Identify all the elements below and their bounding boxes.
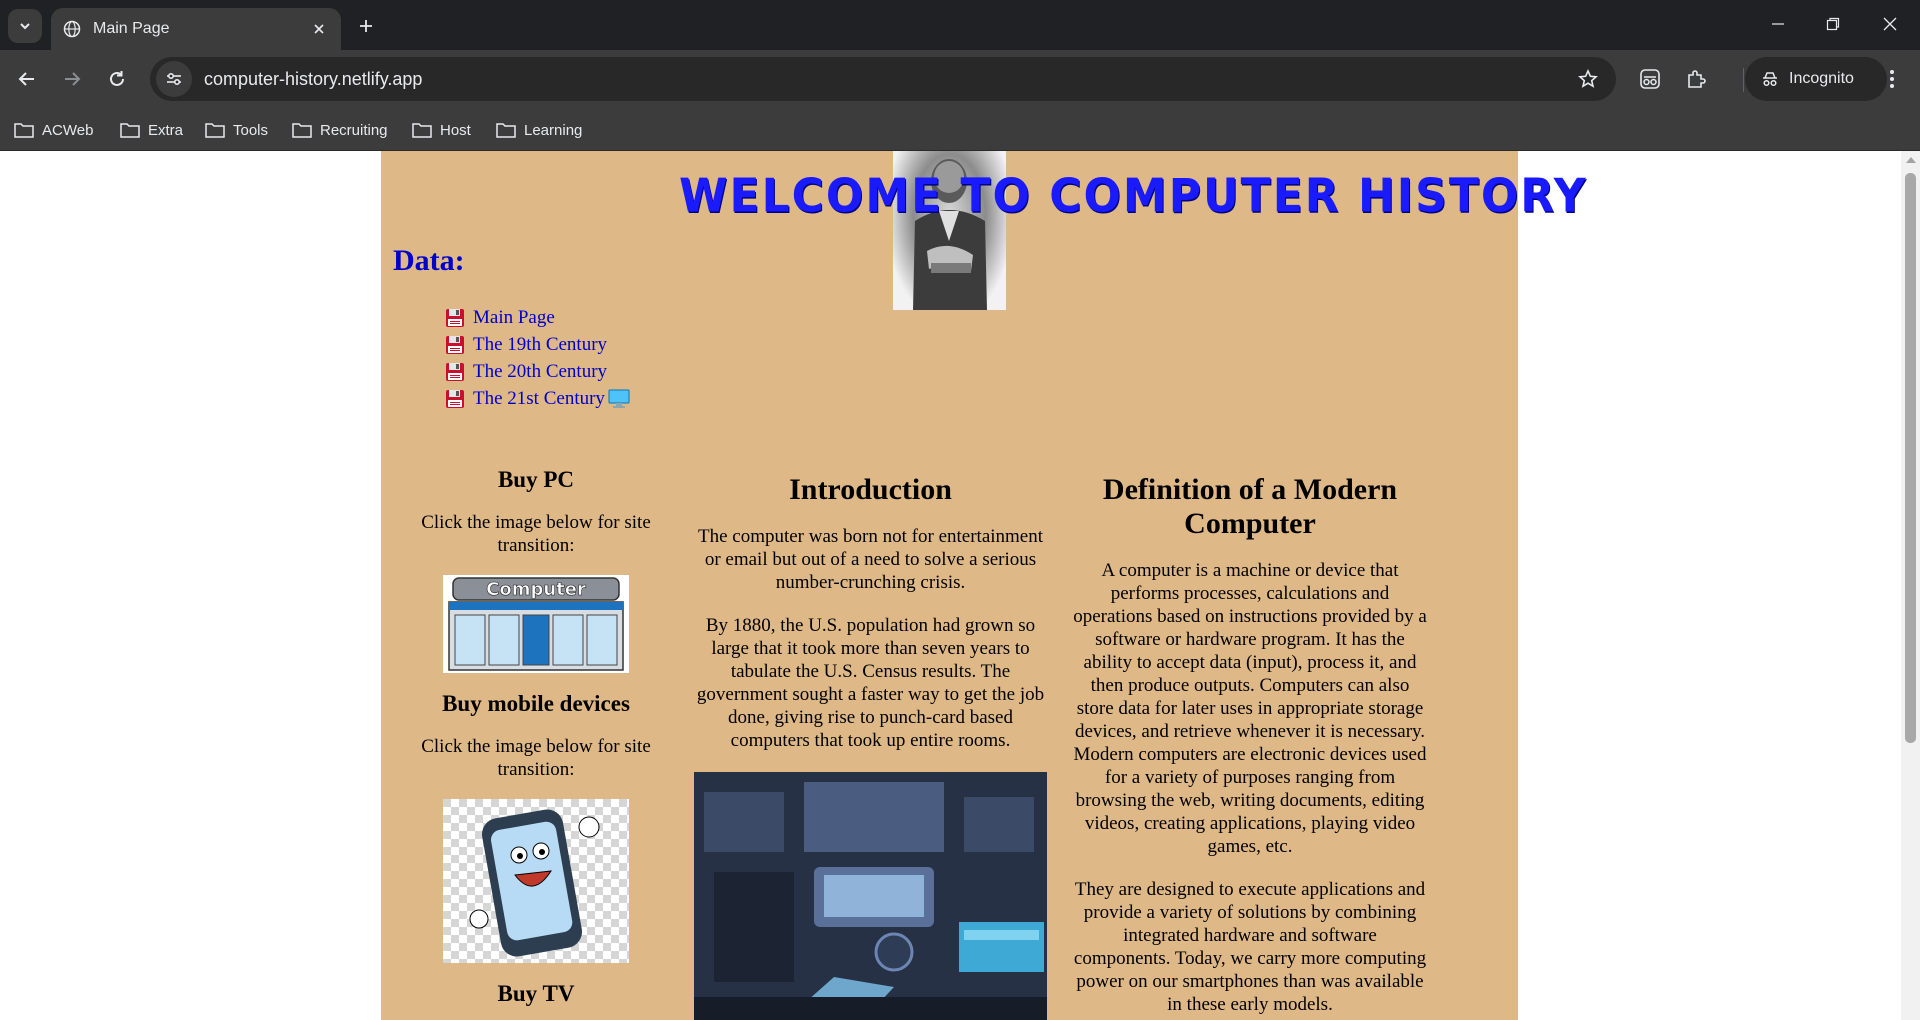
bookmark-label: Tools (233, 121, 269, 139)
tab-search-button[interactable] (8, 9, 42, 43)
tab-bar: Main Page (0, 0, 1920, 50)
restore-icon (1826, 17, 1840, 31)
forward-button[interactable] (54, 61, 90, 97)
globe-icon (63, 20, 81, 38)
address-bar[interactable]: computer-history.netlify.app (150, 57, 1616, 101)
scroll-up-arrow-icon[interactable] (1906, 157, 1916, 163)
computer-store-image[interactable]: Computer (443, 575, 629, 673)
scroll-thumb[interactable] (1905, 173, 1916, 743)
bookmark-folder-recruiting[interactable]: Recruiting (292, 115, 388, 145)
minimize-icon (1772, 23, 1784, 25)
bookmark-folder-host[interactable]: Host (412, 115, 471, 145)
tab-main-page[interactable]: Main Page (51, 8, 341, 50)
nav-link-20th-century[interactable]: The 20th Century (473, 361, 607, 383)
page-content: WELCOME TO COMPUTER HISTORY Data: Main P… (381, 151, 1586, 1020)
desktop-computer-icon (608, 389, 630, 408)
bookmark-folder-extra[interactable]: Extra (120, 115, 183, 145)
floppy-disk-icon (446, 335, 464, 354)
bookmark-star-button[interactable] (1570, 61, 1606, 97)
nav-link-21st-century[interactable]: The 21st Century (473, 388, 605, 410)
bookmarks-bar: ACWeb Extra Tools Recruiting Host Learni… (0, 108, 1920, 151)
floppy-disk-icon (446, 389, 464, 408)
introduction-title: Introduction (789, 473, 952, 506)
close-icon (1883, 17, 1897, 31)
folder-icon (292, 123, 312, 138)
buy-mobile-title: Buy mobile devices (442, 691, 630, 716)
nav-item-20th-century: The 20th Century (445, 358, 630, 385)
folder-icon (14, 123, 34, 138)
buy-tv-title: Buy TV (497, 981, 575, 1006)
folder-icon (412, 123, 432, 138)
definition-title: Definition of a Modern Computer (1102, 473, 1398, 540)
definition-paragraph-2: They are designed to execute application… (1073, 879, 1427, 1015)
new-tab-button[interactable] (352, 12, 380, 40)
bookmark-label: Learning (524, 121, 583, 139)
reload-button[interactable] (99, 61, 135, 97)
incognito-glasses-icon (1640, 69, 1660, 89)
incognito-badge[interactable]: Incognito (1745, 57, 1887, 101)
arrow-right-icon (65, 72, 81, 86)
close-window-button[interactable] (1870, 8, 1910, 40)
shop-column: Buy PC Click the image below for site tr… (411, 467, 661, 1020)
tune-icon (167, 72, 181, 86)
definition-paragraph-1: A computer is a machine or device that p… (1073, 560, 1427, 857)
chevron-down-icon (20, 23, 30, 30)
floppy-disk-icon (446, 308, 464, 327)
reload-icon (110, 71, 124, 86)
data-heading: Data: (393, 244, 465, 277)
folder-icon (496, 123, 516, 138)
nav-link-main-page[interactable]: Main Page (473, 307, 555, 329)
tab-title: Main Page (93, 20, 170, 37)
incognito-profile-button[interactable] (1632, 61, 1668, 97)
url-text[interactable]: computer-history.netlify.app (204, 69, 1570, 90)
buy-pc-text: Click the image below for site transitio… (421, 512, 651, 556)
toolbar-divider (1743, 68, 1744, 92)
bookmark-folder-tools[interactable]: Tools (205, 115, 268, 145)
restore-button[interactable] (1813, 8, 1853, 40)
introduction-section: Introduction The computer was born not f… (693, 467, 1048, 1020)
browser-menu-button[interactable] (1874, 61, 1910, 97)
site-info-button[interactable] (156, 61, 192, 97)
page-scrollbar[interactable] (1901, 151, 1920, 1020)
bookmark-folder-acweb[interactable]: ACWeb (14, 115, 93, 145)
site-nav: Main Page The 19th Century The 20th Cent… (445, 304, 630, 412)
introduction-paragraph-1: The computer was born not for entertainm… (697, 526, 1044, 593)
computer-store-sign: Computer (486, 579, 586, 600)
nav-item-21st-century: The 21st Century (445, 385, 630, 412)
back-button[interactable] (9, 61, 45, 97)
definition-section: Definition of a Modern Computer A comput… (1073, 467, 1427, 1020)
floppy-disk-icon (446, 362, 464, 381)
buy-mobile-text: Click the image below for site transitio… (421, 736, 651, 780)
smartphone-mascot-image[interactable] (443, 799, 629, 963)
computer-room-illustration (694, 772, 1047, 1020)
close-icon (314, 24, 324, 34)
puzzle-icon (1688, 70, 1706, 88)
arrow-left-icon (18, 72, 34, 86)
page-title: WELCOME TO COMPUTER HISTORY (679, 169, 1588, 224)
nav-item-19th-century: The 19th Century (445, 331, 630, 358)
bookmark-label: ACWeb (42, 121, 94, 139)
more-vert-icon (1890, 70, 1894, 88)
buy-pc-title: Buy PC (497, 467, 575, 492)
incognito-icon (1763, 72, 1777, 87)
plus-icon (360, 20, 372, 32)
folder-icon (120, 123, 140, 138)
minimize-button[interactable] (1758, 8, 1798, 40)
introduction-paragraph-2: By 1880, the U.S. population had grown s… (696, 615, 1045, 751)
bookmark-label: Recruiting (320, 121, 388, 139)
bookmark-label: Host (440, 121, 471, 139)
browser-toolbar: computer-history.netlify.app Incognito (0, 50, 1920, 108)
bookmark-folder-learning[interactable]: Learning (496, 115, 582, 145)
nav-link-19th-century[interactable]: The 19th Century (473, 334, 607, 356)
bookmark-label: Extra (148, 121, 184, 139)
nav-item-main-page: Main Page (445, 304, 630, 331)
page-viewport: WELCOME TO COMPUTER HISTORY Data: Main P… (0, 151, 1920, 1020)
tab-close-button[interactable] (309, 19, 329, 39)
incognito-label: Incognito (1789, 70, 1854, 87)
star-icon (1578, 69, 1598, 88)
extensions-button[interactable] (1678, 61, 1714, 97)
folder-icon (205, 123, 225, 138)
